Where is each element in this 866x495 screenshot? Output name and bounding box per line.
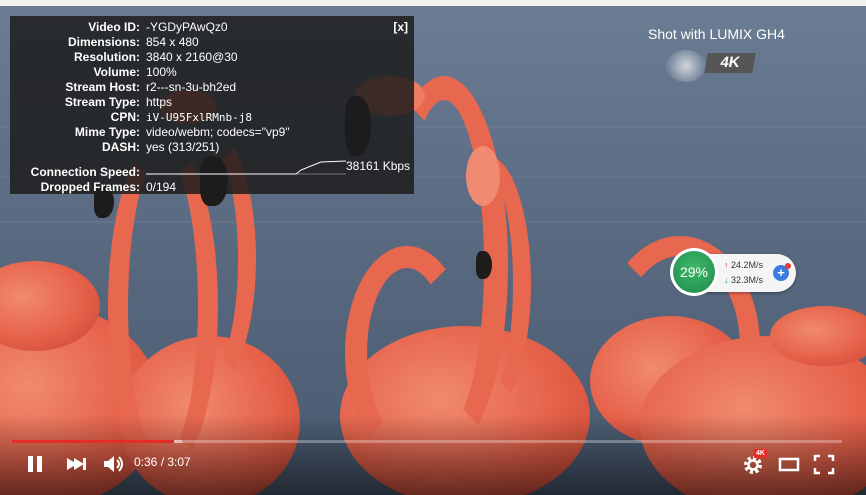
stats-row-stream-type: Stream Type: https — [10, 95, 414, 110]
download-speed-value: 32.3M/s — [731, 275, 764, 285]
stats-value: https — [146, 95, 173, 109]
stats-label: Mime Type: — [74, 125, 140, 139]
stats-for-nerds-panel: [x] Video ID: -YGDyPAwQz0 Dimensions: 85… — [10, 16, 414, 194]
volume-icon — [104, 456, 123, 472]
video-player[interactable]: Shot with LUMIX GH4 4K [x] Video ID: -YG… — [0, 6, 866, 495]
stats-value: 0/194 — [146, 180, 177, 194]
stats-label: Stream Type: — [64, 95, 140, 109]
stats-row-resolution: Resolution: 3840 x 2160@30 — [10, 50, 414, 65]
stats-label: Connection Speed: — [30, 165, 140, 179]
upload-speed-value: 24.2M/s — [731, 260, 764, 270]
quality-badge: 4K — [754, 449, 767, 458]
connection-speed-graph — [146, 160, 346, 175]
stats-value: 100% — [146, 65, 177, 79]
duration: 3:07 — [167, 455, 191, 469]
controls-gradient — [0, 415, 866, 495]
notification-dot — [785, 263, 791, 269]
stats-label: Video ID: — [88, 20, 140, 34]
memory-usage-ring: 29% — [670, 248, 718, 296]
memory-percent: 29% — [673, 251, 715, 293]
stats-value: iV-U95FxlRMnb-j8 — [146, 111, 252, 124]
stats-label: Stream Host: — [65, 80, 140, 94]
stats-row-dropped-frames: Dropped Frames: 0/194 — [10, 180, 414, 195]
stats-row-dash: DASH: yes (313/251) — [10, 140, 414, 155]
stats-value: r2---sn-3u-bh2ed — [146, 80, 237, 94]
next-icon — [67, 458, 86, 470]
arrow-up-icon: ↑ — [724, 260, 729, 270]
upload-speed: ↑ 24.2M/s — [724, 260, 763, 270]
stats-label: DASH: — [102, 140, 140, 154]
stats-value: -YGDyPAwQz0 — [146, 20, 228, 34]
stats-row-stream-host: Stream Host: r2---sn-3u-bh2ed — [10, 80, 414, 95]
played-bar — [12, 440, 174, 443]
network-speed-widget[interactable]: 29% ↑ 24.2M/s ↓ 32.3M/s + — [670, 248, 796, 296]
fullscreen-icon — [813, 454, 835, 475]
stats-value: 3840 x 2160@30 — [146, 50, 238, 64]
stats-label: Dimensions: — [67, 35, 140, 49]
arrow-down-icon: ↓ — [724, 275, 729, 285]
stats-row-dimensions: Dimensions: 854 x 480 — [10, 35, 414, 50]
stats-row-video-id: Video ID: -YGDyPAwQz0 — [10, 20, 414, 35]
progress-bar[interactable] — [12, 440, 842, 443]
connection-speed-value: 38161 Kbps — [346, 159, 411, 173]
stats-row-mime-type: Mime Type: video/webm; codecs="vp9" — [10, 125, 414, 140]
time-separator: / — [157, 455, 168, 469]
stats-row-volume: Volume: 100% — [10, 65, 414, 80]
stats-value: yes (313/251) — [146, 140, 220, 154]
mute-button[interactable] — [102, 452, 126, 476]
pause-icon — [28, 456, 42, 472]
stats-row-cpn: CPN: iV-U95FxlRMnb-j8 — [10, 110, 414, 125]
flamingo-beak — [476, 251, 492, 279]
theater-icon — [778, 457, 800, 472]
theater-mode-button[interactable] — [778, 452, 800, 476]
stats-label: CPN: — [110, 110, 140, 124]
current-time: 0:36 — [134, 455, 158, 469]
lens-flare — [666, 50, 706, 82]
download-speed: ↓ 32.3M/s — [724, 275, 763, 285]
stats-value: video/webm; codecs="vp9" — [146, 125, 290, 139]
stats-label: Dropped Frames: — [40, 180, 140, 194]
fullscreen-button[interactable] — [812, 452, 836, 476]
camera-watermark: Shot with LUMIX GH4 — [648, 26, 785, 42]
flamingo-head — [466, 146, 500, 206]
4k-badge: 4K — [704, 53, 756, 73]
next-button[interactable] — [64, 452, 88, 476]
stats-value: 854 x 480 — [146, 35, 199, 49]
stats-label: Volume: — [93, 65, 140, 79]
time-display: 0:36 / 3:07 — [134, 455, 191, 469]
stats-label: Resolution: — [74, 50, 140, 64]
play-pause-button[interactable] — [26, 452, 46, 476]
